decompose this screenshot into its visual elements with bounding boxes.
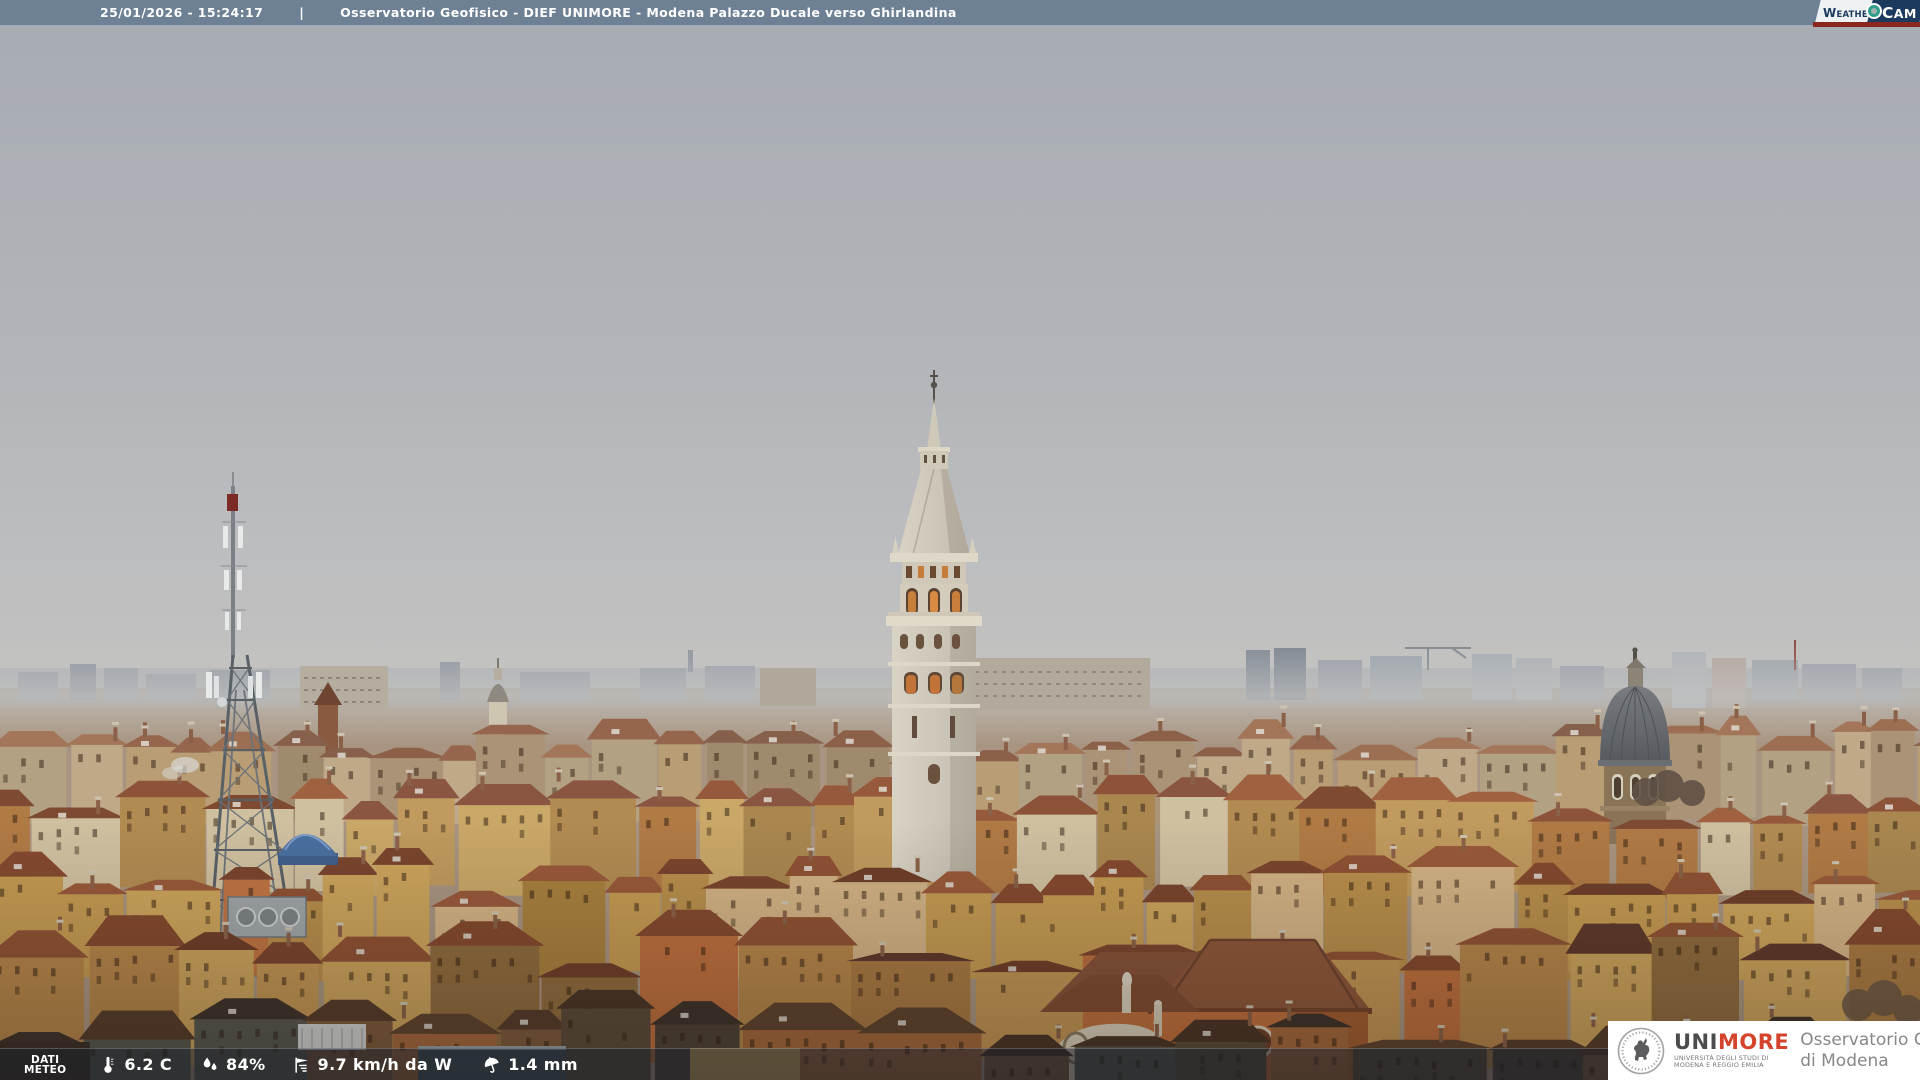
rain-umbrella-icon (485, 1056, 500, 1073)
camera-title: Osservatorio Geofisico - DIEF UNIMORE - … (340, 5, 957, 20)
webcam-photo (0, 0, 1920, 1080)
temperature-value: 6.2 C (124, 1055, 173, 1074)
weathercam-logo[interactable]: WEATHER CAM (1810, 0, 1920, 28)
wind-icon (294, 1057, 308, 1073)
humidity-group: 84% (200, 1055, 266, 1075)
rain-value: 1.4 mm (508, 1055, 578, 1074)
weathercam-cam-text: CAM (1882, 4, 1917, 22)
weather-data-label: DATI METEO (24, 1053, 67, 1076)
wind-group: 9.7 km/h da W (292, 1055, 453, 1075)
webcam-page: 25/01/2026 - 15:24:17 | Osservatorio Geo… (0, 0, 1920, 1080)
wind-value: 9.7 km/h da W (317, 1055, 453, 1074)
title-bar: 25/01/2026 - 15:24:17 | Osservatorio Geo… (0, 0, 1920, 26)
weathercam-red-band (1813, 22, 1920, 27)
title-separator: | (299, 5, 305, 20)
observatory-name: Osservatorio Geofisico di Modena (1800, 1029, 1920, 1071)
temperature-group: 6.2 C (98, 1055, 172, 1075)
thermometer-icon (104, 1056, 114, 1073)
unimore-seal-icon (1617, 1027, 1665, 1074)
humidity-icon (203, 1057, 217, 1070)
camera-lens-icon (1866, 3, 1882, 19)
rain-group: 1.4 mm (482, 1055, 578, 1075)
timestamp: 25/01/2026 - 15:24:17 (100, 5, 264, 20)
unimore-logo-box[interactable]: UNIMORE UNIVERSITÀ DEGLI STUDI DI MODENA… (1608, 1021, 1920, 1080)
unimore-wordmark: UNIMORE UNIVERSITÀ DEGLI STUDI DI MODENA… (1674, 1029, 1790, 1069)
humidity-value: 84% (226, 1055, 266, 1074)
unimore-subtitle: UNIVERSITÀ DEGLI STUDI DI MODENA E REGGI… (1674, 1053, 1769, 1069)
